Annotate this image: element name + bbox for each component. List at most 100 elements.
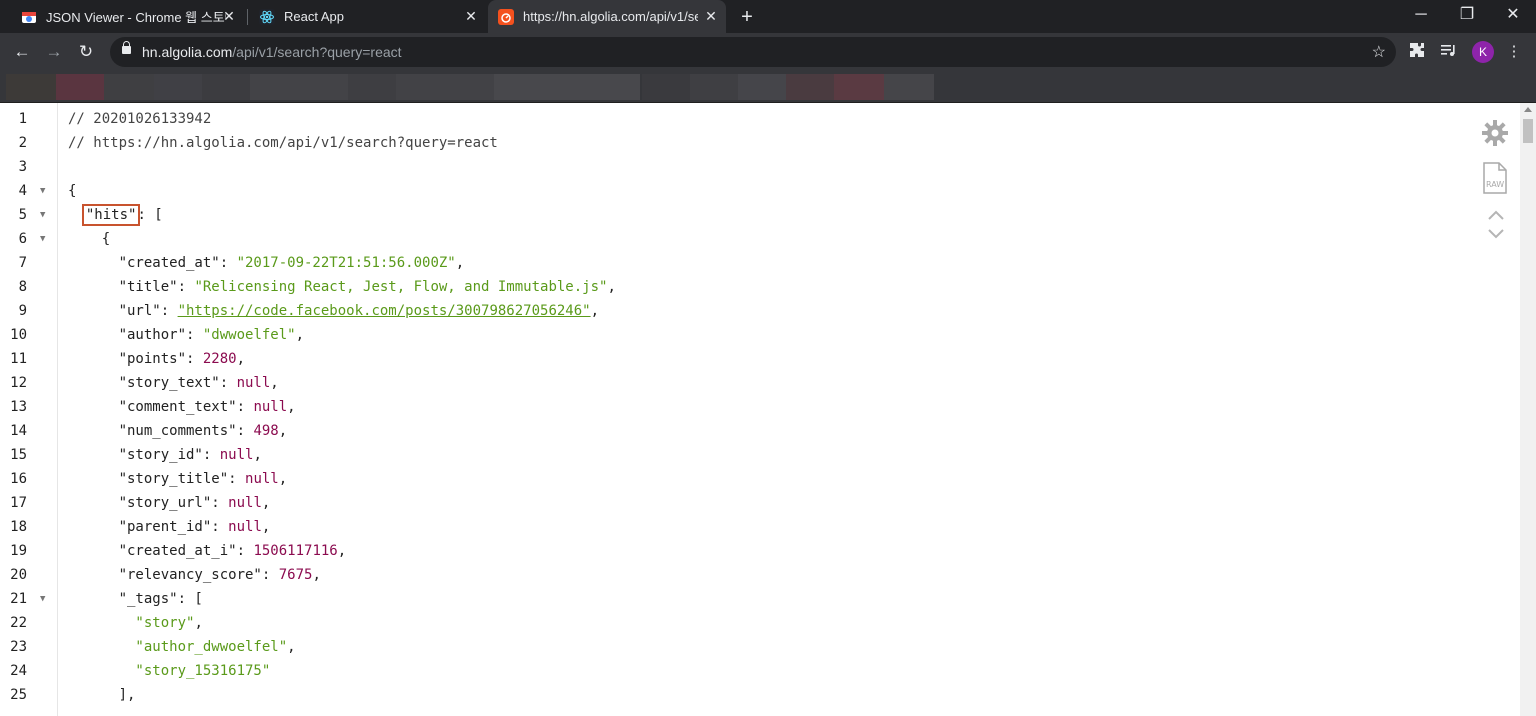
- new-tab-icon[interactable]: +: [736, 6, 758, 28]
- chevron-down-icon[interactable]: [1488, 226, 1504, 244]
- code-line: 24 "story_15316175": [0, 659, 1460, 683]
- bookmark-item[interactable]: [6, 74, 56, 100]
- tab-hn-algolia[interactable]: https://hn.algolia.com/api/v1/search?que…: [488, 0, 726, 33]
- code-line: 13 "comment_text": null,: [0, 395, 1460, 419]
- restore-icon[interactable]: ❐: [1444, 0, 1490, 33]
- minimize-icon[interactable]: ─: [1398, 0, 1444, 33]
- token: 7675: [278, 567, 313, 583]
- fold-toggle-icon[interactable]: ▼: [40, 203, 45, 227]
- bookmark-item[interactable]: [884, 74, 934, 100]
- token: :: [186, 351, 203, 367]
- line-number: 13: [10, 399, 27, 415]
- fold-toggle-icon[interactable]: ▼: [40, 179, 45, 203]
- bookmark-item[interactable]: [834, 74, 884, 100]
- token: :: [186, 327, 203, 343]
- line-content: // https://hn.algolia.com/api/v1/search?…: [68, 131, 498, 155]
- token[interactable]: "https://code.facebook.com/posts/3007986…: [178, 303, 591, 319]
- code-line: 10 "author": "dwwoelfel",: [0, 323, 1460, 347]
- bookmark-item[interactable]: [104, 74, 154, 100]
- token: ,: [261, 495, 271, 511]
- token: ,: [278, 471, 288, 487]
- close-window-icon[interactable]: ✕: [1490, 0, 1536, 33]
- line-content: // 20201026133942: [68, 107, 211, 131]
- bookmark-item[interactable]: [250, 74, 348, 100]
- line-number: 20: [10, 567, 27, 583]
- bookmark-item[interactable]: [690, 74, 738, 100]
- line-content: "story_url": null,: [68, 491, 271, 515]
- token: "story_id": [68, 447, 203, 463]
- token: "story_text": [68, 375, 220, 391]
- browser-toolbar: ← → ↻ hn.algolia.com/api/v1/search?query…: [0, 33, 1536, 71]
- scrollbar-thumb[interactable]: [1523, 119, 1533, 143]
- line-content: "parent_id": null,: [68, 515, 271, 539]
- bookmark-item[interactable]: [494, 74, 640, 100]
- token: :: [211, 495, 229, 511]
- token: {: [68, 231, 111, 247]
- profile-avatar[interactable]: K: [1472, 41, 1494, 63]
- media-control-icon[interactable]: [1439, 42, 1459, 62]
- scroll-up-icon[interactable]: [1524, 107, 1532, 112]
- bookmark-item[interactable]: [642, 74, 690, 100]
- token: "dwwoelfel": [202, 327, 296, 343]
- token: "story_title": [68, 471, 229, 487]
- line-number: 8: [18, 279, 27, 295]
- line-number: 2: [18, 135, 27, 151]
- line-number: 7: [18, 255, 27, 271]
- extensions-icon[interactable]: [1407, 42, 1427, 62]
- bookmark-item[interactable]: [396, 74, 494, 100]
- lock-icon[interactable]: [122, 41, 131, 54]
- line-number: 21: [10, 591, 27, 607]
- bookmark-item[interactable]: [56, 74, 104, 100]
- code-line: 15 "story_id": null,: [0, 443, 1460, 467]
- line-content: {: [68, 179, 76, 203]
- line-content: "author_dwwoelfel",: [68, 635, 295, 659]
- token: :: [160, 303, 178, 319]
- code-line: 3: [0, 155, 1460, 179]
- fold-toggle-icon[interactable]: ▼: [40, 227, 45, 251]
- chevron-up-icon[interactable]: [1488, 207, 1504, 225]
- menu-icon[interactable]: ⋮: [1504, 42, 1524, 62]
- tab-close-icon[interactable]: ✕: [704, 9, 718, 23]
- bookmark-item[interactable]: [202, 74, 250, 100]
- line-content: "author": "dwwoelfel",: [68, 323, 304, 347]
- bookmark-item[interactable]: [786, 74, 834, 100]
- line-number: 19: [10, 543, 27, 559]
- token: "story_url": [68, 495, 212, 511]
- raw-view-icon[interactable]: RAW: [1482, 162, 1508, 199]
- url-text[interactable]: hn.algolia.com/api/v1/search?query=react: [142, 44, 402, 60]
- line-content: "created_at_i": 1506117116,: [68, 539, 347, 563]
- code-line: 8 "title": "Relicensing React, Jest, Flo…: [0, 275, 1460, 299]
- bookmark-item[interactable]: [348, 74, 396, 100]
- gear-icon[interactable]: [1481, 119, 1509, 152]
- line-number: 3: [18, 159, 27, 175]
- back-icon[interactable]: ←: [10, 40, 34, 64]
- line-content: "story",: [68, 611, 202, 635]
- tab-react-app[interactable]: React App ✕: [250, 0, 486, 33]
- token: : [: [177, 591, 203, 607]
- tab-json-viewer[interactable]: JSON Viewer - Chrome 웹 스토어 ✕: [8, 0, 244, 33]
- bookmark-item[interactable]: [154, 74, 202, 100]
- fold-toggle-icon[interactable]: ▼: [40, 587, 45, 611]
- tab-close-icon[interactable]: ✕: [222, 9, 236, 23]
- token: ,: [236, 351, 246, 367]
- forward-icon[interactable]: →: [42, 40, 66, 64]
- token: :: [261, 567, 279, 583]
- address-bar[interactable]: hn.algolia.com/api/v1/search?query=react…: [110, 37, 1396, 67]
- code-line: 9 "url": "https://code.facebook.com/post…: [0, 299, 1460, 323]
- token: ],: [68, 687, 136, 703]
- line-content: {: [68, 227, 110, 251]
- tab-close-icon[interactable]: ✕: [464, 9, 478, 23]
- bookmark-item[interactable]: [738, 74, 786, 100]
- code-line: 6 ▼ {: [0, 227, 1460, 251]
- tab-title: React App: [284, 9, 344, 24]
- token: :: [219, 255, 237, 271]
- token: 2280: [202, 351, 237, 367]
- code-line: 7 "created_at": "2017-09-22T21:51:56.000…: [0, 251, 1460, 275]
- token: ,: [607, 279, 616, 295]
- reload-icon[interactable]: ↻: [74, 40, 98, 64]
- bookmark-star-icon[interactable]: ☆: [1372, 42, 1386, 62]
- line-content: "_tags": [: [68, 587, 203, 611]
- code-line: 20 "relevancy_score": 7675,: [0, 563, 1460, 587]
- tab-title: JSON Viewer - Chrome 웹 스토어: [46, 10, 226, 25]
- vertical-scrollbar[interactable]: [1520, 103, 1536, 716]
